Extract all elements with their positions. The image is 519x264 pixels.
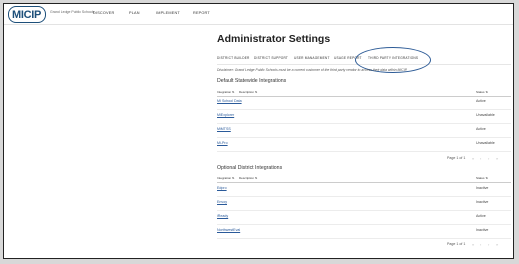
default-integrations-title: Default Statewide Integrations (217, 78, 287, 84)
default-page-indicator: Page 1 of 1 (447, 156, 466, 160)
first-page-button[interactable]: « (472, 242, 474, 247)
column-description[interactable]: Description ⇅ (239, 90, 257, 94)
integration-link[interactable]: Edpro (217, 186, 227, 190)
nav-plan[interactable]: PLAN (129, 11, 140, 15)
table-row: Edpro Inactive (217, 182, 511, 197)
column-description[interactable]: Description ⇅ (239, 176, 257, 180)
settings-tabs: DISTRICT BUILDER DISTRICT SUPPORT USER M… (217, 47, 511, 73)
integration-status: Unavailable (476, 113, 495, 117)
table-row: iReady Active (217, 210, 511, 225)
last-page-button[interactable]: » (496, 242, 498, 247)
settings-content: Administrator Settings DISTRICT BUILDER … (217, 32, 511, 247)
integration-link[interactable]: MI School Data (217, 99, 242, 103)
tab-user-management[interactable]: USER MANAGEMENT (294, 56, 330, 60)
prev-page-button[interactable]: ‹ (480, 242, 481, 247)
column-integration[interactable]: Integration ⇅ (217, 176, 235, 180)
disclaimer-text: Disclaimer: Grand Ledge Public Schools m… (217, 68, 408, 72)
integration-status: Inactive (476, 186, 489, 190)
tab-district-builder[interactable]: DISTRICT BUILDER (217, 56, 250, 60)
integration-status: Inactive (476, 200, 489, 204)
integration-status: Active (476, 127, 486, 131)
optional-integrations-title: Optional District Integrations (217, 165, 283, 171)
integration-link[interactable]: iReady (217, 214, 228, 218)
integration-link[interactable]: MiMTSS (217, 127, 231, 131)
table-row: Mi-Pro Unavailable (217, 137, 511, 152)
integration-status: Unavailable (476, 141, 495, 145)
table-row: Envoy Inactive (217, 196, 511, 211)
page-title: Administrator Settings (217, 33, 331, 45)
app-window: MICIP Grand Ledge Public Schools DISCOVE… (3, 3, 514, 259)
integration-link[interactable]: Mi-Pro (217, 141, 228, 145)
integration-link[interactable]: NorthwestEval (217, 228, 240, 232)
district-name: Grand Ledge Public Schools (50, 10, 95, 14)
nav-discover[interactable]: DISCOVER (93, 11, 114, 15)
last-page-button[interactable]: » (496, 156, 498, 161)
logo-text: MICIP (12, 8, 42, 21)
integration-status: Active (476, 99, 486, 103)
nav-implement[interactable]: IMPLEMENT (156, 11, 180, 15)
optional-page-indicator: Page 1 of 1 (447, 242, 466, 246)
tab-district-support[interactable]: DISTRICT SUPPORT (254, 56, 288, 60)
next-page-button[interactable]: › (488, 156, 489, 161)
integration-link[interactable]: MiExplorer (217, 113, 234, 117)
integration-status: Active (476, 214, 486, 218)
top-nav-bar: MICIP Grand Ledge Public Schools DISCOVE… (4, 4, 513, 25)
table-row: MiExplorer Unavailable (217, 109, 511, 124)
table-row: MI School Data Active (217, 95, 511, 110)
prev-page-button[interactable]: ‹ (480, 156, 481, 161)
nav-report[interactable]: REPORT (193, 11, 210, 15)
table-row: MiMTSS Active (217, 123, 511, 138)
table-row: NorthwestEval Inactive (217, 224, 511, 239)
column-status[interactable]: Status ⇅ (476, 90, 488, 94)
integration-status: Inactive (476, 228, 489, 232)
column-status[interactable]: Status ⇅ (476, 176, 488, 180)
column-integration[interactable]: Integration ⇅ (217, 90, 235, 94)
micip-logo[interactable]: MICIP (8, 6, 47, 23)
first-page-button[interactable]: « (472, 156, 474, 161)
integration-link[interactable]: Envoy (217, 200, 227, 204)
next-page-button[interactable]: › (488, 242, 489, 247)
